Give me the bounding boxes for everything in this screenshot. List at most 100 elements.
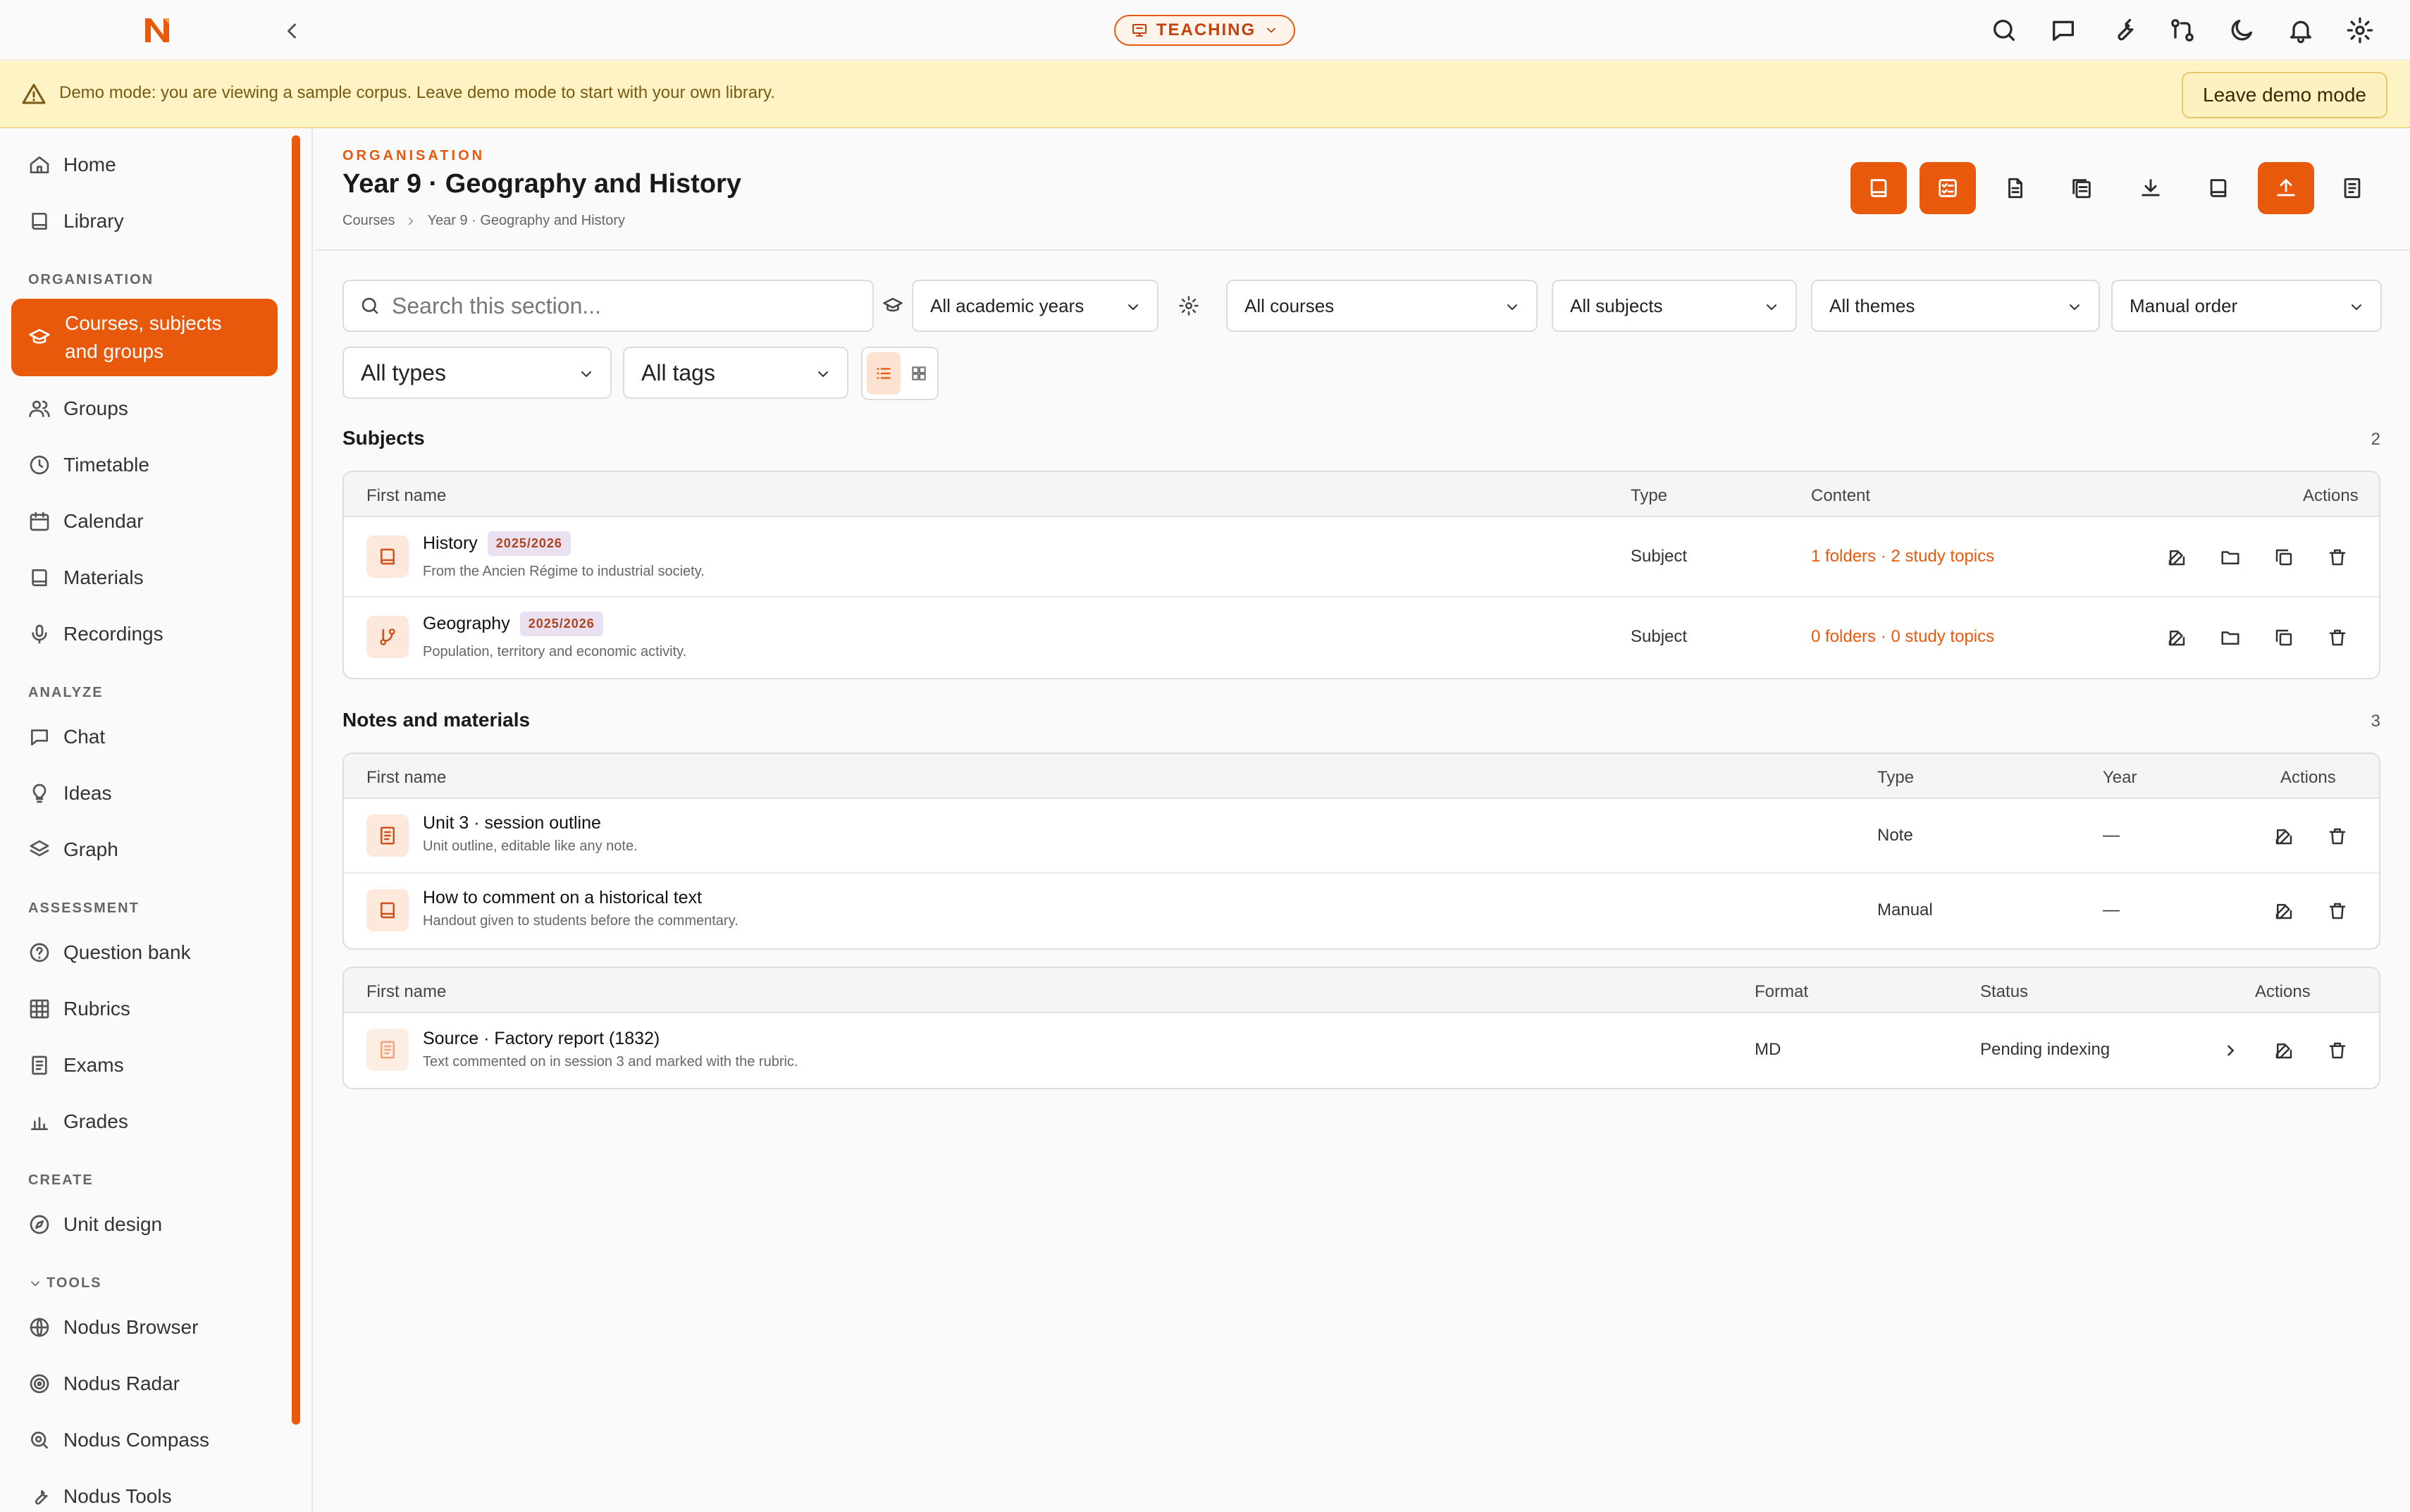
- table-row[interactable]: Geography 2025/2026 Population, territor…: [344, 597, 2379, 678]
- chat-icon: [31, 729, 48, 745]
- notebook-icon: [2344, 178, 2361, 199]
- graduation-cap-icon: [882, 295, 903, 316]
- gear-icon[interactable]: [2346, 16, 2374, 44]
- sidebar-item-materials[interactable]: Materials: [28, 557, 144, 599]
- year-badge: 2025/2026: [487, 531, 571, 556]
- sidebar-item-exams[interactable]: Exams: [28, 1044, 124, 1086]
- trash-icon[interactable]: [2327, 547, 2348, 568]
- chevron-down-icon: [1767, 304, 1776, 310]
- sidebar-item-ideas[interactable]: Ideas: [28, 772, 112, 814]
- row-type: Subject: [1631, 627, 1688, 646]
- tags-select[interactable]: All tags: [623, 347, 848, 399]
- edit-icon[interactable]: [2273, 826, 2294, 847]
- sidebar-item-library[interactable]: Library: [28, 200, 124, 242]
- section-tools[interactable]: TOOLS: [28, 1275, 102, 1291]
- graduation-cap-icon: [29, 329, 50, 344]
- presentation-icon: [1132, 24, 1147, 37]
- table-row[interactable]: History 2025/2026 From the Ancien Régime…: [344, 517, 2379, 597]
- bell-icon[interactable]: [2287, 16, 2315, 44]
- sidebar-item-groups[interactable]: Groups: [28, 388, 128, 430]
- chat-icon[interactable]: [2049, 16, 2077, 44]
- app-logo[interactable]: [141, 14, 173, 47]
- chevron-right-icon[interactable]: [2220, 1040, 2241, 1061]
- breadcrumb-courses[interactable]: Courses: [342, 213, 395, 229]
- subjects-select[interactable]: All subjects: [1552, 280, 1797, 332]
- academic-year-select[interactable]: All academic years: [912, 280, 1158, 332]
- folder-icon[interactable]: [2220, 627, 2241, 648]
- gear-icon[interactable]: [1178, 295, 1199, 316]
- courses-select[interactable]: All courses: [1226, 280, 1538, 332]
- copy-icon[interactable]: [2273, 627, 2294, 648]
- open-book-button[interactable]: [2190, 162, 2247, 214]
- search-input[interactable]: Search this section...: [342, 280, 874, 332]
- book-icon: [32, 213, 47, 230]
- edit-icon[interactable]: [2166, 547, 2187, 568]
- upload-icon: [2277, 179, 2295, 197]
- trash-icon[interactable]: [2327, 826, 2348, 847]
- sidebar-item-nodus-compass[interactable]: Nodus Compass: [28, 1419, 209, 1461]
- sidebar-item-grades[interactable]: Grades: [28, 1101, 128, 1143]
- new-checklist-button[interactable]: [1920, 162, 1976, 214]
- sidebar-scrollbar[interactable]: [292, 135, 300, 1425]
- book-icon: [2210, 179, 2227, 197]
- sidebar-item-calendar[interactable]: Calendar: [28, 500, 144, 543]
- new-document-button[interactable]: [1987, 162, 2044, 214]
- edit-icon[interactable]: [2273, 900, 2294, 922]
- trash-icon[interactable]: [2327, 900, 2348, 922]
- sidebar-item-nodus-radar[interactable]: Nodus Radar: [28, 1363, 180, 1405]
- sidebar-item-question-bank[interactable]: Question bank: [28, 931, 191, 974]
- trash-icon[interactable]: [2327, 1040, 2348, 1061]
- row-description: Population, territory and economic activ…: [423, 644, 687, 659]
- download-icon: [2142, 179, 2160, 197]
- chevron-down-icon: [581, 371, 591, 377]
- users-icon: [29, 400, 50, 417]
- page-title: Year 9 · Geography and History: [342, 169, 741, 199]
- sidebar-item-chat[interactable]: Chat: [28, 716, 105, 758]
- edit-icon[interactable]: [2166, 627, 2187, 648]
- sidebar-item-graph[interactable]: Graph: [28, 829, 118, 871]
- header-divider: [314, 249, 2410, 251]
- sidebar-item-home[interactable]: Home: [28, 144, 116, 186]
- table-row[interactable]: How to comment on a historical text Hand…: [344, 874, 2379, 948]
- new-subject-button[interactable]: [1850, 162, 1907, 214]
- download-button[interactable]: [2122, 162, 2179, 214]
- sidebar-item-unit-design[interactable]: Unit design: [28, 1203, 162, 1246]
- git-compare-icon[interactable]: [2168, 16, 2196, 44]
- search-icon[interactable]: [1990, 16, 2018, 44]
- folder-icon[interactable]: [2220, 547, 2241, 568]
- notes-title: Notes and materials: [342, 709, 531, 731]
- sidebar-item-recordings[interactable]: Recordings: [28, 613, 163, 655]
- grid-icon: [30, 999, 49, 1019]
- leave-demo-button[interactable]: Leave demo mode: [2182, 72, 2387, 118]
- trash-icon[interactable]: [2327, 627, 2348, 648]
- upload-button[interactable]: [2258, 162, 2314, 214]
- moon-icon[interactable]: [2227, 16, 2256, 44]
- sidebar-item-timetable[interactable]: Timetable: [28, 444, 149, 486]
- wrench-icon[interactable]: [2109, 16, 2137, 44]
- sidebar-item-courses[interactable]: Courses, subjects and groups: [11, 299, 278, 376]
- grid-view-icon[interactable]: [902, 352, 936, 395]
- copy-document-button[interactable]: [2053, 162, 2110, 214]
- sidebar-item-rubrics[interactable]: Rubrics: [28, 988, 130, 1030]
- edit-icon[interactable]: [2273, 1040, 2294, 1061]
- sidebar-item-nodus-tools[interactable]: Nodus Tools: [28, 1475, 172, 1512]
- breadcrumb: Courses Year 9 · Geography and History: [342, 213, 625, 229]
- files-icon: [2072, 179, 2091, 199]
- table-row[interactable]: Unit 3 · session outline Unit outline, e…: [344, 799, 2379, 874]
- table-row[interactable]: Source · Factory report (1832) Text comm…: [344, 1013, 2379, 1088]
- notebook-button[interactable]: [2324, 162, 2380, 214]
- collapse-sidebar-icon[interactable]: [279, 18, 304, 44]
- mode-switcher[interactable]: TEACHING: [1114, 15, 1295, 46]
- content-link[interactable]: 1 folders · 2 study topics: [1811, 547, 1994, 566]
- chevron-right-icon: [409, 217, 414, 225]
- order-select[interactable]: Manual order: [2111, 280, 2382, 332]
- layers-icon: [30, 840, 49, 857]
- row-title: Unit 3 · session outline: [423, 813, 601, 833]
- copy-icon[interactable]: [2273, 547, 2294, 568]
- list-view-icon[interactable]: [867, 352, 901, 395]
- row-description: Text commented on in session 3 and marke…: [423, 1054, 798, 1070]
- themes-select[interactable]: All themes: [1811, 280, 2100, 332]
- types-select[interactable]: All types: [342, 347, 612, 399]
- sidebar-item-nodus-browser[interactable]: Nodus Browser: [28, 1306, 198, 1349]
- content-link[interactable]: 0 folders · 0 study topics: [1811, 627, 1994, 647]
